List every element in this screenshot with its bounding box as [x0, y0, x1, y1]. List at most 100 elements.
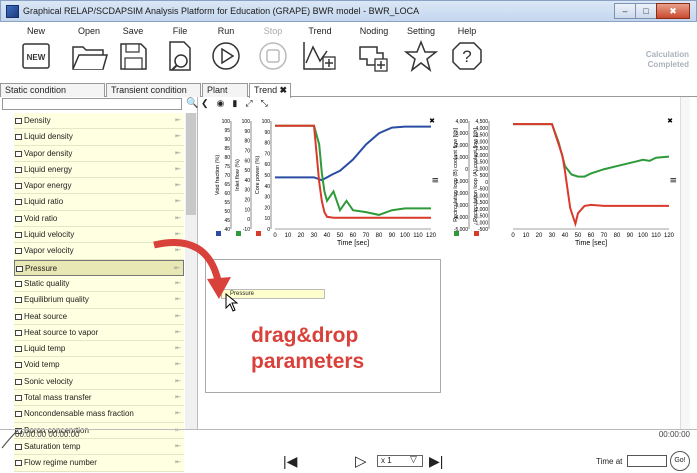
y-tick-label: -2,000 — [454, 191, 468, 197]
x-tick-label: 60 — [588, 233, 595, 239]
pin-icon[interactable]: ⇤ — [175, 374, 181, 390]
shrink-icon[interactable]: ⤡ — [261, 98, 268, 109]
go-button[interactable]: Go! — [670, 451, 690, 471]
noding-icon — [359, 46, 388, 72]
pin-icon[interactable]: ⇤ — [175, 146, 181, 162]
chart-icon — [15, 232, 22, 239]
x-tick-label: 80 — [614, 233, 621, 239]
y-tick-label: -1,000 — [474, 193, 488, 199]
y-tick-label: 0 — [267, 227, 270, 233]
parameter-item[interactable]: Liquid density ⇤ — [14, 129, 184, 146]
minimize-button[interactable]: – — [614, 3, 636, 19]
mouse-cursor-icon — [225, 293, 239, 312]
parameter-item[interactable]: Total mass transfer ⇤ — [14, 390, 184, 407]
x-tick-label: 30 — [549, 233, 556, 239]
parameter-item[interactable]: Density ⇤ — [14, 113, 184, 130]
y-tick-label: 2,000 — [475, 153, 488, 159]
pin-icon[interactable]: ⇤ — [175, 341, 181, 357]
camera-icon[interactable]: ◉ — [217, 98, 225, 109]
parameter-item[interactable]: Liquid ratio ⇤ — [14, 194, 184, 211]
parameter-item[interactable]: Void temp ⇤ — [14, 357, 184, 374]
y-tick-label: 70 — [244, 148, 250, 154]
drag-drop-hint: drag&drop parameters — [251, 324, 365, 373]
y-tick-label: 100 — [222, 119, 231, 125]
tab-transient-condition[interactable]: Transient condition — [106, 83, 201, 97]
x-tick-label: 90 — [389, 233, 396, 239]
fast-forward-icon[interactable]: ▶| — [429, 453, 443, 470]
chart-icon — [15, 118, 22, 124]
y-tick-label: 30 — [264, 195, 270, 201]
x-tick-label: 100 — [400, 233, 411, 239]
y-tick-label: 95 — [224, 128, 230, 134]
parameter-label: Vapor energy — [24, 181, 72, 191]
x-tick-label: 60 — [350, 233, 357, 239]
scrollbar-thumb[interactable] — [186, 113, 196, 215]
pin-icon[interactable]: ⇤ — [175, 309, 181, 325]
chart-icon — [16, 265, 23, 272]
expand-icon[interactable]: ⤢ — [245, 98, 252, 109]
y-tick-label: -1,500 — [474, 200, 488, 206]
chart-icon — [15, 215, 22, 222]
y-tick-label: -1,500 — [474, 214, 488, 220]
time-at-input[interactable] — [627, 455, 667, 467]
dropdown-arrow-icon[interactable]: ▽ — [410, 454, 417, 465]
svg-text:NEW: NEW — [27, 53, 46, 62]
parameter-item[interactable]: Void ratio ⇤ — [14, 210, 184, 228]
y-tick-label: 2,000 — [455, 143, 468, 149]
y-tick-label: 60 — [224, 191, 230, 197]
new-button[interactable]: New NEW — [8, 25, 64, 81]
main-scrollbar[interactable] — [680, 97, 690, 429]
pin-icon[interactable]: ⇤ — [175, 162, 181, 178]
parameter-item[interactable]: Sonic velocity ⇤ — [14, 373, 184, 391]
help-icon: ? — [452, 42, 482, 70]
tab-plant[interactable]: Plant — [202, 83, 248, 97]
parameter-item[interactable]: Vapor density ⇤ — [14, 145, 184, 162]
maximize-button[interactable]: □ — [635, 3, 657, 19]
pin-icon[interactable]: ⇤ — [175, 178, 181, 194]
search-icon[interactable]: 🔍 — [186, 98, 198, 109]
document-icon[interactable]: ▮ — [232, 98, 237, 109]
chart-icon — [15, 297, 22, 304]
y-tick-label: -500 — [478, 187, 488, 193]
help-button[interactable]: Help ? — [439, 25, 495, 81]
parameter-item[interactable]: Heat source ⇤ — [14, 308, 184, 325]
pin-icon[interactable]: ⇤ — [175, 406, 181, 422]
y-tick-label: 50 — [244, 168, 250, 174]
tab-trend[interactable]: Trend ✖ — [249, 83, 291, 98]
chart-icon — [15, 362, 22, 369]
pin-icon[interactable]: ⇤ — [175, 194, 181, 210]
rewind-icon[interactable]: |◀ — [283, 453, 297, 470]
timeline[interactable]: 00:00:00 00:00:00 00:00:00 — [0, 429, 697, 449]
pin-icon[interactable]: ⇤ — [175, 390, 181, 406]
folder-icon — [72, 46, 108, 70]
chevron-left-icon[interactable]: ❮ — [201, 98, 209, 109]
trend-button[interactable]: Trend — [292, 25, 348, 81]
pin-icon[interactable]: ⇤ — [175, 129, 181, 145]
pin-icon[interactable]: ⇤ — [175, 325, 181, 341]
parameter-item[interactable]: Vapor energy ⇤ — [14, 178, 184, 195]
chart-icon — [15, 134, 22, 141]
title-bar: Graphical RELAP/SCDAPSIM Analysis Platfo… — [0, 0, 697, 22]
parameter-item[interactable]: Liquid temp ⇤ — [14, 341, 184, 358]
pin-icon[interactable]: ⇤ — [175, 357, 181, 373]
y-tick-label: 0 — [247, 217, 250, 223]
trend-panel: ❮ ◉ ▮ ⤢ ⤡ Void fraction (%) 40 45 50 55 60 65 7… — [153, 97, 690, 429]
series-line — [275, 124, 431, 216]
close-button[interactable]: ✖ — [656, 3, 690, 19]
pin-icon[interactable]: ⇤ — [175, 113, 181, 129]
parameter-item[interactable]: Liquid energy ⇤ — [14, 161, 184, 179]
parameter-item[interactable]: Noncondensable mass fraction ⇤ — [14, 406, 184, 423]
play-icon[interactable]: ▷ — [355, 452, 367, 470]
pin-icon[interactable]: ⇤ — [175, 211, 181, 227]
search-input[interactable] — [2, 98, 182, 110]
y-tick-label: 1,000 — [455, 155, 468, 161]
tab-static-condition[interactable]: Static condition — [0, 83, 105, 97]
parameter-item[interactable]: Heat source to vapor ⇤ — [14, 324, 184, 342]
x-tick-label: 70 — [601, 233, 608, 239]
series-line — [513, 123, 670, 178]
axis-color-swatch — [256, 231, 261, 236]
x-tick-label: 40 — [562, 233, 569, 239]
tab-close-icon[interactable]: ✖ — [279, 84, 287, 97]
y-tick-label: -1,000 — [454, 179, 468, 185]
chart-menu-icon: ≡ — [431, 176, 439, 186]
